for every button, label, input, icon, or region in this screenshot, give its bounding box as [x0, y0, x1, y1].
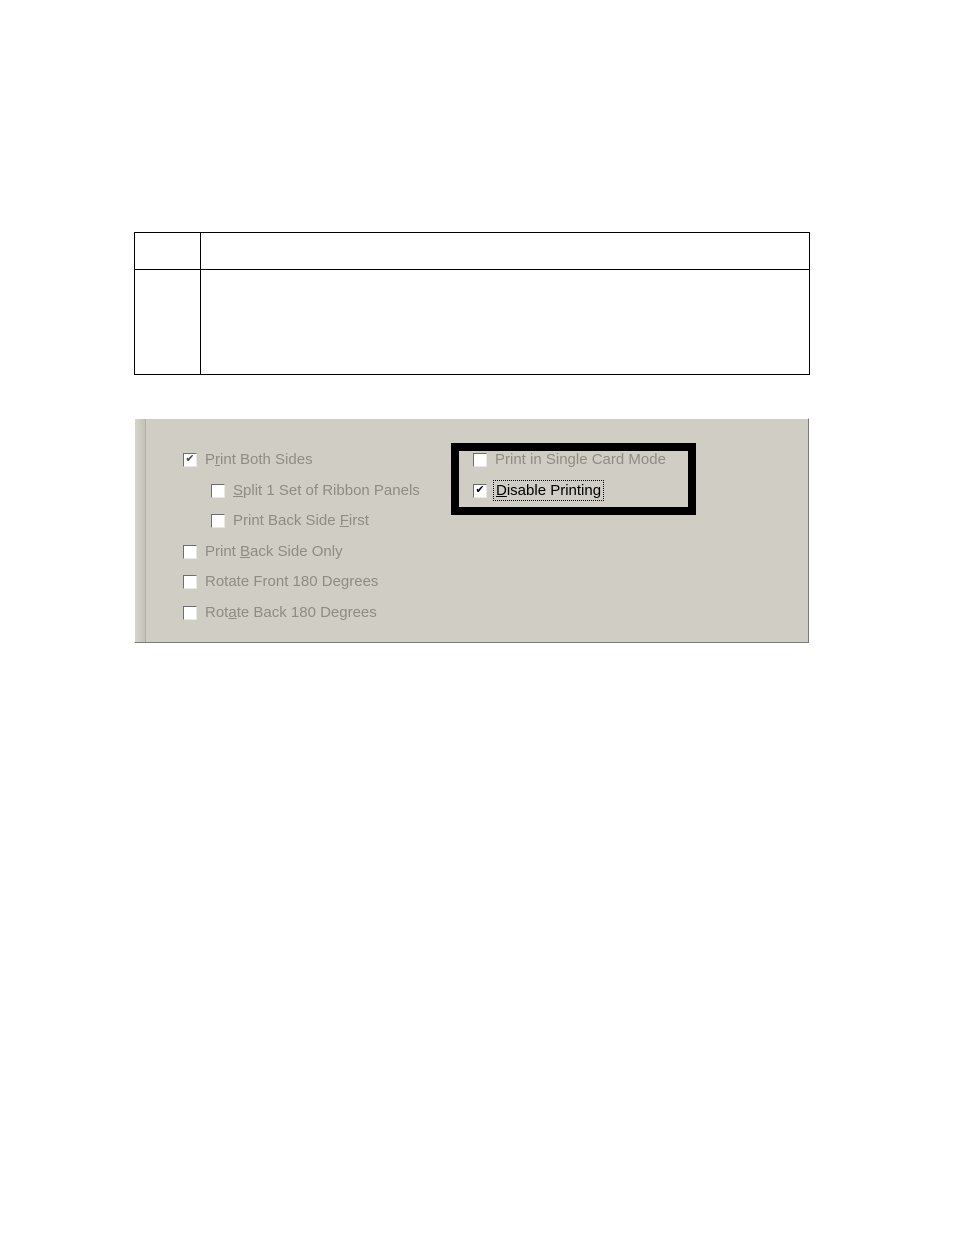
procedure-table: Step Procedure 1 Select this option to e… — [134, 232, 810, 375]
label-print-back-first: Print Back Side First — [233, 512, 369, 529]
checkbox-print-both-sides[interactable]: Print Both Sides — [183, 451, 313, 468]
checkbox-icon — [183, 545, 197, 559]
checkbox-icon — [183, 453, 197, 467]
th-step: Step — [135, 233, 201, 270]
page-hidden-text: RESTRICTED USE ONLY Fargo Electronics, I… — [134, 100, 809, 208]
td-proc-1: Select this option to encode or re-encod… — [201, 270, 810, 375]
checkbox-split-ribbon[interactable]: Split 1 Set of Ribbon Panels — [211, 482, 420, 499]
checkbox-single-card-mode[interactable]: Print in Single Card Mode — [473, 451, 666, 468]
label-single-card-mode: Print in Single Card Mode — [495, 451, 666, 468]
checkbox-icon — [211, 514, 225, 528]
section-title: Using the Disable Printing option — [134, 143, 809, 163]
checkbox-icon — [473, 453, 487, 467]
checkbox-rotate-back[interactable]: Rotate Back 180 Degrees — [183, 604, 377, 621]
product-line: Fargo Electronics, Inc. — [134, 122, 809, 140]
label-print-back-only: Print Back Side Only — [205, 543, 343, 560]
label-rotate-back: Rotate Back 180 Degrees — [205, 604, 377, 621]
th-procedure: Procedure — [201, 233, 810, 270]
footer-right: 4-22 — [783, 1160, 809, 1178]
checkbox-icon — [211, 484, 225, 498]
label-split-ribbon: Split 1 Set of Ribbon Panels — [233, 482, 420, 499]
footer-left: Persona C16 Card Printer User Guide (Rev… — [134, 1160, 413, 1178]
checkbox-print-back-first[interactable]: Print Back Side First — [211, 512, 369, 529]
checkbox-icon — [183, 606, 197, 620]
section-intro: Use this option to disable the printing … — [134, 169, 809, 204]
dialog-screenshot: Print Both Sides Split 1 Set of Ribbon P… — [134, 418, 809, 643]
checkbox-print-back-only[interactable]: Print Back Side Only — [183, 543, 343, 560]
checkbox-rotate-front[interactable]: Rotate Front 180 Degrees — [183, 573, 378, 590]
page-footer: Persona C16 Card Printer User Guide (Rev… — [134, 1160, 809, 1178]
checkbox-icon — [473, 484, 487, 498]
td-step-1: 1 — [135, 270, 201, 375]
restricted-line: RESTRICTED USE ONLY — [134, 100, 809, 118]
panel-gutter — [135, 419, 146, 642]
table-row: 1 Select this option to encode or re-enc… — [135, 270, 810, 375]
checkbox-icon — [183, 575, 197, 589]
table-row: Step Procedure — [135, 233, 810, 270]
label-print-both-sides: Print Both Sides — [205, 451, 313, 468]
label-rotate-front: Rotate Front 180 Degrees — [205, 573, 378, 590]
checkbox-disable-printing[interactable]: Disable Printing — [473, 482, 602, 499]
label-disable-printing: Disable Printing — [495, 482, 602, 499]
